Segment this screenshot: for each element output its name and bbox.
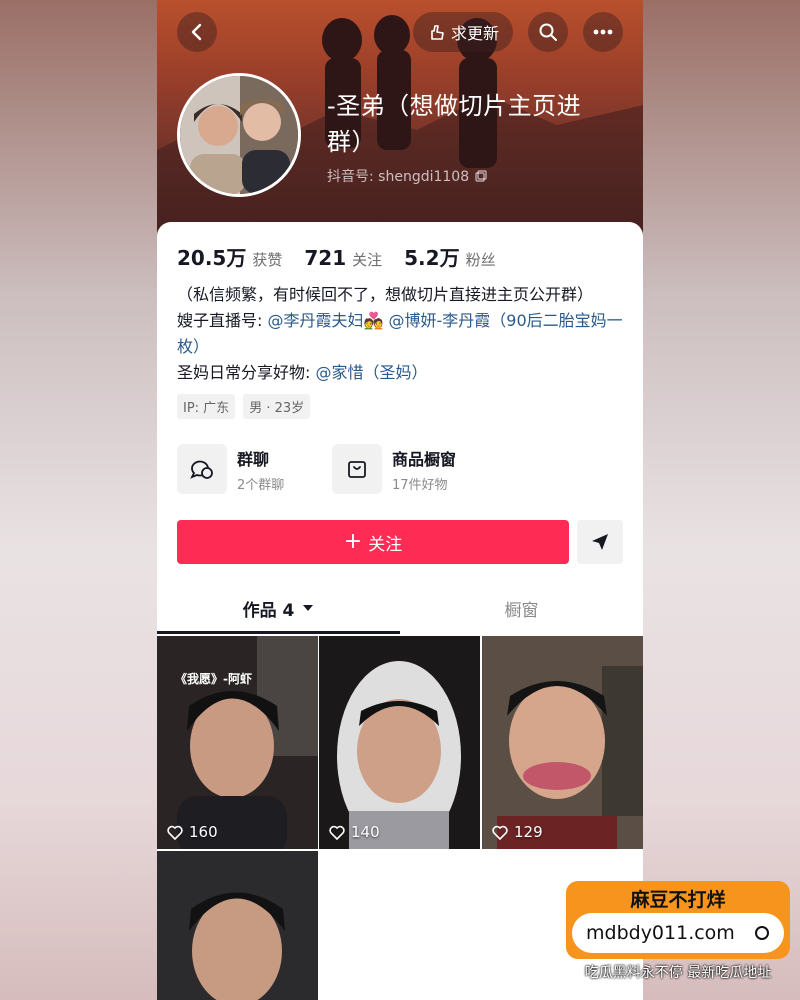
- tab-works[interactable]: 作品 4: [157, 582, 400, 634]
- feature-title: 群聊: [237, 449, 270, 469]
- like-count: 160: [167, 823, 218, 841]
- plus-icon: +: [343, 529, 363, 554]
- hand-point-icon: [431, 25, 444, 40]
- copy-icon[interactable]: [475, 170, 487, 182]
- douyin-id-text: 抖音号: shengdi1108: [327, 169, 470, 185]
- like-count-text: 129: [514, 823, 543, 841]
- gender-age-tag: 男 · 23岁: [243, 394, 311, 419]
- mention-link[interactable]: @李丹霞夫妇💑: [267, 311, 383, 330]
- video-thumbnail[interactable]: 129: [482, 636, 643, 849]
- video-thumbnail[interactable]: 《我愿》-阿虾 160: [157, 636, 318, 849]
- group-chat-entry[interactable]: 群聊 2个群聊: [177, 444, 284, 494]
- video-caption: 《我愿》-阿虾: [175, 672, 252, 686]
- active-tab-indicator: [157, 631, 400, 634]
- stat-likes[interactable]: 20.5万 获赞: [177, 242, 282, 271]
- stat-label: 关注: [352, 251, 383, 269]
- video-cover: [157, 636, 318, 849]
- feature-title: 商品橱窗: [392, 449, 457, 469]
- watermark-footer: 吃瓜黑料永不停 最新吃瓜地址: [584, 965, 772, 981]
- ip-tag: IP: 广东: [177, 394, 236, 419]
- bio-line: 嫂子直播号: @李丹霞夫妇💑 @博妍-李丹霞（90后二胎宝妈一枚）: [177, 308, 627, 360]
- search-button[interactable]: [528, 12, 568, 52]
- stat-label: 获赞: [252, 251, 283, 269]
- content-tabs: 作品 4 橱窗: [157, 582, 643, 634]
- shopping-bag-icon: [332, 444, 382, 494]
- chevron-left-icon: [191, 23, 202, 41]
- video-thumbnail[interactable]: 140: [319, 636, 480, 849]
- follow-label: 关注: [368, 534, 403, 555]
- heart-icon: [167, 825, 183, 840]
- video-cover: [319, 636, 480, 849]
- video-thumbnail[interactable]: [157, 851, 318, 1000]
- stat-value: 5.2万: [404, 246, 460, 270]
- stat-label: 粉丝: [465, 251, 496, 269]
- like-count: 129: [492, 823, 543, 841]
- video-cover: [157, 851, 318, 1000]
- heart-icon: [492, 825, 508, 840]
- watermark-badge: 麻豆不打烊 mdbdy011.com: [566, 881, 790, 959]
- douyin-id: 抖音号: shengdi1108: [327, 166, 487, 186]
- profile-screen: 求更新 -圣弟（想做切片主页进群） 抖音号: shengdi1108 20.5万…: [157, 0, 643, 1000]
- tab-showcase[interactable]: 橱窗: [400, 582, 643, 634]
- share-button[interactable]: [577, 520, 623, 564]
- shop-window-entry[interactable]: 商品橱窗 17件好物: [332, 444, 456, 494]
- video-cover: [482, 636, 643, 849]
- feature-subtitle: 2个群聊: [237, 477, 285, 493]
- bio-line: 圣妈日常分享好物: @家惜（圣妈）: [177, 360, 627, 386]
- like-count-text: 140: [351, 823, 380, 841]
- chat-bubbles-icon: [177, 444, 227, 494]
- bio-line: （私信频繁，有时候回不了，想做切片直接进主页公开群）: [177, 285, 594, 304]
- mention-link[interactable]: @家惜（圣妈）: [315, 363, 427, 382]
- stat-followers[interactable]: 5.2万 粉丝: [404, 242, 495, 271]
- more-dots-icon: [593, 29, 613, 35]
- tab-label: 橱窗: [504, 600, 539, 621]
- watermark-url-box: mdbdy011.com: [572, 913, 784, 953]
- heart-icon: [329, 825, 345, 840]
- watermark-url: mdbdy011.com: [586, 922, 735, 944]
- follow-button[interactable]: + 关注: [177, 520, 569, 564]
- request-update-label: 求更新: [450, 24, 499, 43]
- like-count: 140: [329, 823, 380, 841]
- tab-label: 作品 4: [242, 600, 295, 621]
- more-button[interactable]: [583, 12, 623, 52]
- stat-value: 721: [304, 246, 347, 270]
- search-icon: [539, 23, 557, 41]
- back-button[interactable]: [177, 12, 217, 52]
- stat-following[interactable]: 721 关注: [304, 246, 382, 270]
- circle-icon: [755, 926, 769, 940]
- bio: （私信频繁，有时候回不了，想做切片直接进主页公开群） 嫂子直播号: @李丹霞夫妇…: [177, 282, 627, 386]
- feature-subtitle: 17件好物: [392, 477, 448, 493]
- tag-row: IP: 广东 男 · 23岁: [177, 394, 311, 419]
- caret-down-icon: [303, 605, 314, 611]
- request-update-button[interactable]: 求更新: [413, 12, 513, 52]
- watermark-title: 麻豆不打烊: [630, 889, 726, 911]
- avatar-photo: [180, 76, 298, 194]
- avatar[interactable]: [177, 73, 301, 197]
- stats-row: 20.5万 获赞 721 关注 5.2万 粉丝: [177, 242, 518, 271]
- profile-name: -圣弟（想做切片主页进群）: [327, 92, 582, 156]
- like-count-text: 160: [189, 823, 218, 841]
- bio-prefix: 嫂子直播号:: [177, 311, 268, 330]
- stat-value: 20.5万: [177, 246, 247, 270]
- bio-prefix: 圣妈日常分享好物:: [177, 363, 316, 382]
- send-icon: [592, 534, 608, 550]
